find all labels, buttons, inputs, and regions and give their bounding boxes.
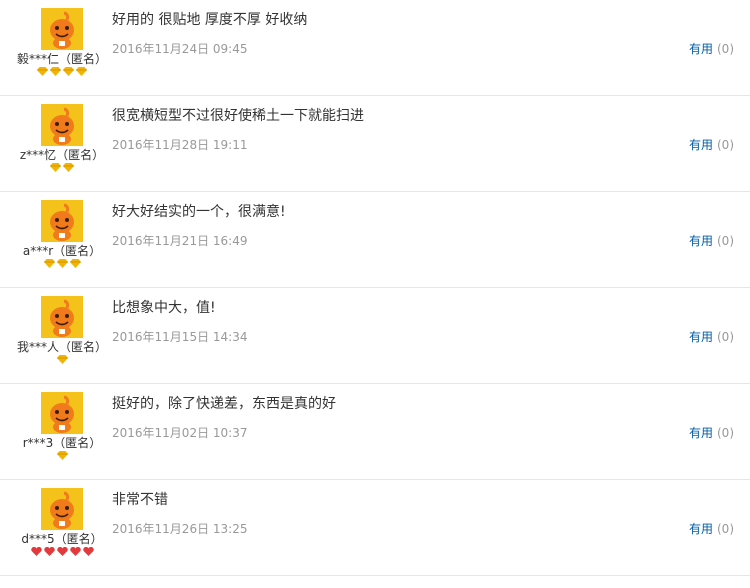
red-heart-icon [69, 547, 81, 556]
useful-button[interactable]: 有用 [689, 234, 713, 248]
review-content: 比想象中大，值! [112, 300, 216, 316]
gold-diamond-icon [63, 163, 74, 172]
review-time: 2016年11月21日 16:49 [112, 234, 248, 248]
review-content: 好用的 很贴地 厚度不厚 好收纳 [112, 12, 308, 28]
user-level-badge [0, 547, 124, 561]
gold-diamond-icon [56, 451, 68, 460]
gold-diamond-icon [69, 259, 81, 268]
useful-button[interactable]: 有用 [689, 42, 713, 56]
review-content: 很宽横短型不过很好使稀土一下就能扫进 [112, 108, 364, 124]
review-time: 2016年11月26日 13:25 [112, 522, 248, 536]
username: r***3（匿名） [22, 436, 102, 450]
review-item: d***5（匿名） 非常不错 2016年11月26日 13:25 有用 (0) [0, 480, 750, 576]
red-heart-icon [82, 547, 94, 556]
username: z***忆（匿名） [19, 148, 105, 162]
review-item: 我***人（匿名） 比想象中大，值! 2016年11月15日 14:34 有用 (… [0, 288, 750, 384]
user-level-badge [0, 67, 124, 81]
review-time: 2016年11月15日 14:34 [112, 330, 248, 344]
avatar[interactable] [41, 104, 83, 146]
red-heart-icon [56, 547, 68, 556]
useful-count: (0) [717, 42, 734, 56]
user-level-badge [0, 259, 124, 273]
username: a***r（匿名） [22, 244, 102, 258]
review-list: 毅***仁（匿名） 好用的 很贴地 厚度不厚 好收纳 2016年11月24日 0… [0, 0, 750, 576]
useful-button[interactable]: 有用 [689, 522, 713, 536]
gold-diamond-icon [50, 67, 61, 76]
useful-count: (0) [717, 330, 734, 344]
review-time: 2016年11月02日 10:37 [112, 426, 248, 440]
user-level-badge [0, 451, 124, 465]
review-content: 非常不错 [112, 492, 168, 508]
reviewer-info: 毅***仁（匿名） [0, 8, 124, 81]
useful-vote: 有用 (0) [689, 137, 734, 153]
useful-vote: 有用 (0) [689, 329, 734, 345]
reviewer-info: d***5（匿名） [0, 488, 124, 561]
gold-diamond-icon [63, 67, 74, 76]
gold-diamond-icon [37, 67, 48, 76]
gold-diamond-icon [56, 259, 68, 268]
review-item: 毅***仁（匿名） 好用的 很贴地 厚度不厚 好收纳 2016年11月24日 0… [0, 0, 750, 96]
review-item: a***r（匿名） 好大好结实的一个，很满意! 2016年11月21日 16:4… [0, 192, 750, 288]
red-heart-icon [43, 547, 55, 556]
useful-count: (0) [717, 426, 734, 440]
gold-diamond-icon [76, 67, 87, 76]
username: d***5（匿名） [21, 532, 103, 546]
review-item: z***忆（匿名） 很宽横短型不过很好使稀土一下就能扫进 2016年11月28日… [0, 96, 750, 192]
useful-vote: 有用 (0) [689, 425, 734, 441]
username: 我***人（匿名） [16, 340, 107, 354]
red-heart-icon [30, 547, 42, 556]
reviewer-info: a***r（匿名） [0, 200, 124, 273]
avatar[interactable] [41, 8, 83, 50]
reviewer-info: z***忆（匿名） [0, 104, 124, 177]
review-content: 挺好的，除了快递差，东西是真的好 [112, 396, 336, 412]
useful-count: (0) [717, 522, 734, 536]
useful-count: (0) [717, 138, 734, 152]
user-level-badge [0, 355, 124, 369]
useful-button[interactable]: 有用 [689, 426, 713, 440]
reviewer-info: 我***人（匿名） [0, 296, 124, 369]
useful-vote: 有用 (0) [689, 233, 734, 249]
useful-count: (0) [717, 234, 734, 248]
review-time: 2016年11月24日 09:45 [112, 42, 248, 56]
review-content: 好大好结实的一个，很满意! [112, 204, 286, 220]
username: 毅***仁（匿名） [16, 52, 107, 66]
gold-diamond-icon [56, 355, 68, 364]
review-time: 2016年11月28日 19:11 [112, 138, 248, 152]
review-item: r***3（匿名） 挺好的，除了快递差，东西是真的好 2016年11月02日 1… [0, 384, 750, 480]
useful-button[interactable]: 有用 [689, 330, 713, 344]
useful-vote: 有用 (0) [689, 41, 734, 57]
avatar[interactable] [41, 200, 83, 242]
useful-button[interactable]: 有用 [689, 138, 713, 152]
reviewer-info: r***3（匿名） [0, 392, 124, 465]
avatar[interactable] [41, 296, 83, 338]
gold-diamond-icon [43, 259, 55, 268]
user-level-badge [0, 163, 124, 177]
gold-diamond-icon [50, 163, 61, 172]
avatar[interactable] [41, 392, 83, 434]
useful-vote: 有用 (0) [689, 521, 734, 537]
avatar[interactable] [41, 488, 83, 530]
